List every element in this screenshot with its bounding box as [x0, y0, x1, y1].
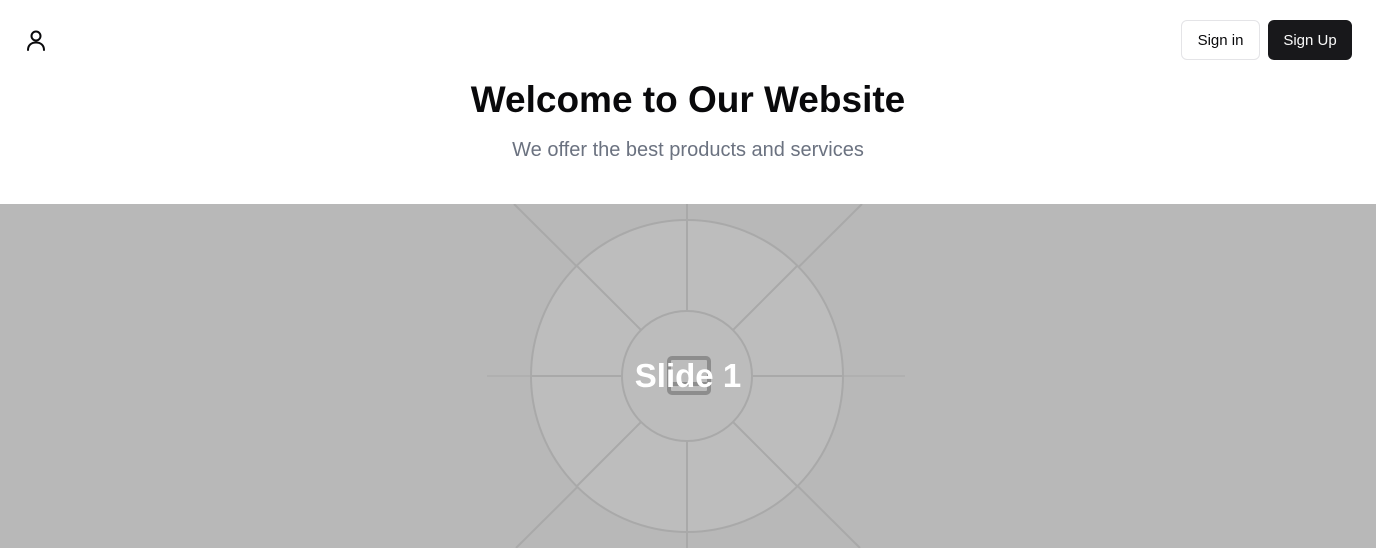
user-icon[interactable]	[24, 28, 48, 52]
sign-up-button[interactable]: Sign Up	[1268, 20, 1352, 60]
top-bar: Sign in Sign Up	[0, 0, 1376, 80]
slide-label: Slide 1	[634, 357, 742, 394]
hero-subtitle: We offer the best products and services	[512, 139, 864, 161]
sign-in-button[interactable]: Sign in	[1181, 20, 1260, 60]
carousel[interactable]: Slide 1	[0, 204, 1376, 548]
hero-title: Welcome to Our Website	[470, 79, 906, 120]
